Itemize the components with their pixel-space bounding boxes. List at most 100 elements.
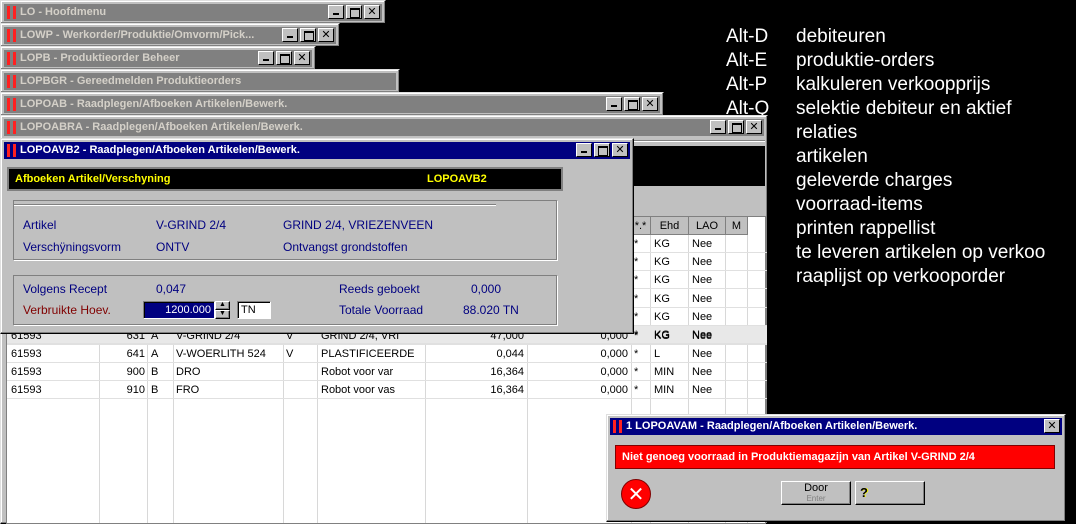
- titlebar-lopoabra[interactable]: LOPOABRA - Raadplegen/Afboeken Artikelen…: [4, 119, 764, 136]
- shortcut-description: geleverde charges: [796, 170, 953, 191]
- verbruikt-input[interactable]: 1200.000: [143, 301, 215, 319]
- titlebar-lopoavb2[interactable]: LOPOAVB2 - Raadplegen/Afboeken Artikelen…: [4, 142, 630, 159]
- help-icon: ?: [860, 485, 868, 500]
- form-header: Afboeken Artikel/Verschyning LOPOAVB2: [7, 167, 563, 191]
- cell-v: V: [286, 348, 294, 360]
- titlebar-hoofdmenu[interactable]: LO - Hoofdmenu ✕: [4, 4, 382, 21]
- shortcut-description: raaplijst op verkooporder: [796, 266, 1006, 287]
- spin-down-button[interactable]: ▼: [215, 310, 230, 319]
- titlebar-lopoab[interactable]: LOPOAB - Raadplegen/Afboeken Artikelen/B…: [4, 96, 660, 113]
- table-row[interactable]: 61593 641 A V-WOERLITH 524 V PLASTIFICEERDE 0,…: [7, 345, 767, 363]
- close-button[interactable]: ✕: [642, 97, 658, 111]
- close-button[interactable]: ✕: [612, 143, 628, 157]
- cell-ehd: KG: [654, 330, 670, 342]
- table-row[interactable]: 61593 900 B DRO Robot voor var 16,364 0,000 * MI…: [7, 363, 767, 381]
- cell-ehd: KG: [654, 292, 670, 305]
- minimize-button[interactable]: [606, 97, 622, 111]
- unit-input[interactable]: TN: [237, 301, 271, 319]
- cell-lao: Nee: [692, 292, 713, 305]
- shortcut-description: te leveren artikelen op verkoo: [796, 242, 1046, 263]
- help-button[interactable]: ?: [855, 481, 925, 505]
- close-button[interactable]: ✕: [746, 120, 762, 134]
- cell-star: *: [634, 238, 639, 250]
- error-dialog[interactable]: 1 LOPOAVAM - Raadplegen/Afboeken Artikel…: [606, 414, 1066, 522]
- cell-ehd: MIN: [654, 366, 675, 378]
- shortcut-key: Alt-D: [726, 26, 769, 47]
- cell-article: V-WOERLITH 524: [176, 348, 266, 360]
- window-lopbgr[interactable]: LOPBGR - Gereedmelden Produktieorders: [0, 69, 400, 93]
- window-title: LOPOAVB2 - Raadplegen/Afboeken Artikelen…: [20, 144, 300, 156]
- window-lopb[interactable]: LOPB - Produktieorder Beheer ✕: [0, 46, 316, 70]
- window-lopoab[interactable]: LOPOAB - Raadplegen/Afboeken Artikelen/B…: [0, 92, 664, 116]
- cell-lao: Nee: [692, 256, 713, 269]
- window-title: LOPOAB - Raadplegen/Afboeken Artikelen/B…: [20, 98, 288, 110]
- cell-ehd: MIN: [654, 384, 675, 396]
- col-header-ehd[interactable]: Ehd: [651, 217, 689, 235]
- shortcut-description: printen rappellist: [796, 218, 936, 239]
- maximize-button[interactable]: [300, 28, 316, 42]
- col-header-lao[interactable]: LAO: [689, 217, 726, 235]
- titlebar-lowp[interactable]: LOWP - Werkorder/Produktie/Omvorm/Pick..…: [4, 27, 336, 44]
- maximize-button[interactable]: [594, 143, 610, 157]
- minimize-button[interactable]: [710, 120, 726, 134]
- window-title: LOWP - Werkorder/Produktie/Omvorm/Pick..…: [20, 29, 255, 41]
- minimize-button[interactable]: [258, 51, 274, 65]
- titlebar-dialog[interactable]: 1 LOPOAVAM - Raadplegen/Afboeken Artikel…: [610, 418, 1062, 435]
- cell-star: *: [634, 366, 639, 378]
- cell-order: 61593: [11, 366, 42, 378]
- recept-label: Volgens Recept: [23, 282, 108, 296]
- titlebar-lopb[interactable]: LOPB - Produktieorder Beheer ✕: [4, 50, 312, 67]
- cell-type: B: [151, 384, 159, 396]
- maximize-button[interactable]: [346, 5, 362, 19]
- geboekt-label: Reeds geboekt: [339, 282, 420, 296]
- close-button[interactable]: ✕: [1044, 419, 1060, 433]
- dialog-title: 1 LOPOAVAM - Raadplegen/Afboeken Artikel…: [626, 420, 918, 432]
- shortcut-key: Alt-E: [726, 50, 768, 71]
- minimize-button[interactable]: [282, 28, 298, 42]
- door-button-label: Door: [804, 482, 828, 494]
- minimize-button[interactable]: [328, 5, 344, 19]
- close-button[interactable]: ✕: [364, 5, 380, 19]
- door-button-sublabel: Enter: [806, 494, 826, 503]
- cell-star: *: [634, 256, 639, 269]
- window-title: LOPOABRA - Raadplegen/Afboeken Artikelen…: [20, 121, 303, 133]
- cell-type: A: [151, 348, 159, 360]
- window-title: LOPBGR - Gereedmelden Produktieorders: [20, 75, 242, 87]
- artikel-label: Artikel: [23, 218, 57, 232]
- cell-order: 61593: [11, 348, 42, 360]
- maximize-button[interactable]: [276, 51, 292, 65]
- titlebar-lopbgr[interactable]: LOPBGR - Gereedmelden Produktieorders: [4, 73, 396, 90]
- cell-star: *: [634, 274, 639, 287]
- window-lopoavb2[interactable]: LOPOAVB2 - Raadplegen/Afboeken Artikelen…: [0, 138, 634, 334]
- geboekt-value: 0,000: [471, 282, 502, 296]
- form-header-title: Afboeken Artikel/Verschyning: [15, 173, 171, 185]
- cell-lao: Nee: [692, 274, 713, 287]
- shortcut-description: selektie debiteur en aktief: [796, 98, 1012, 119]
- cell-lao: Nee: [692, 238, 713, 250]
- window-lowp[interactable]: LOWP - Werkorder/Produktie/Omvorm/Pick..…: [0, 23, 340, 47]
- cell-lao: Nee: [692, 310, 713, 323]
- spin-up-button[interactable]: ▲: [215, 301, 230, 310]
- col-header-star[interactable]: *.*: [631, 217, 651, 235]
- cell-star: *: [634, 384, 639, 396]
- close-button[interactable]: ✕: [318, 28, 334, 42]
- cell-article: DRO: [176, 366, 201, 378]
- cell-number: 641: [126, 348, 145, 360]
- app-icon: [7, 98, 16, 111]
- artikel-description: GRIND 2/4, VRIEZENVEEN: [283, 218, 434, 232]
- minimize-button[interactable]: [576, 143, 592, 157]
- cell-ehd: KG: [654, 238, 670, 250]
- window-title: LOPB - Produktieorder Beheer: [20, 52, 180, 64]
- maximize-button[interactable]: [728, 120, 744, 134]
- close-button[interactable]: ✕: [294, 51, 310, 65]
- cell-booked: 0,000: [600, 366, 628, 378]
- door-button[interactable]: Door Enter: [781, 481, 851, 505]
- maximize-button[interactable]: [624, 97, 640, 111]
- cell-type: B: [151, 366, 159, 378]
- table-row[interactable]: 61593 910 B FRO Robot voor vas 16,364 0,000 * MI…: [7, 381, 767, 399]
- error-message: Niet genoeg voorraad in Produktiemagazij…: [615, 445, 1055, 469]
- cell-number: 900: [126, 366, 145, 378]
- window-hoofdmenu[interactable]: LO - Hoofdmenu ✕: [0, 0, 386, 24]
- verbruikt-label: Verbruikte Hoev.: [23, 303, 111, 317]
- col-header-m[interactable]: M: [726, 217, 748, 235]
